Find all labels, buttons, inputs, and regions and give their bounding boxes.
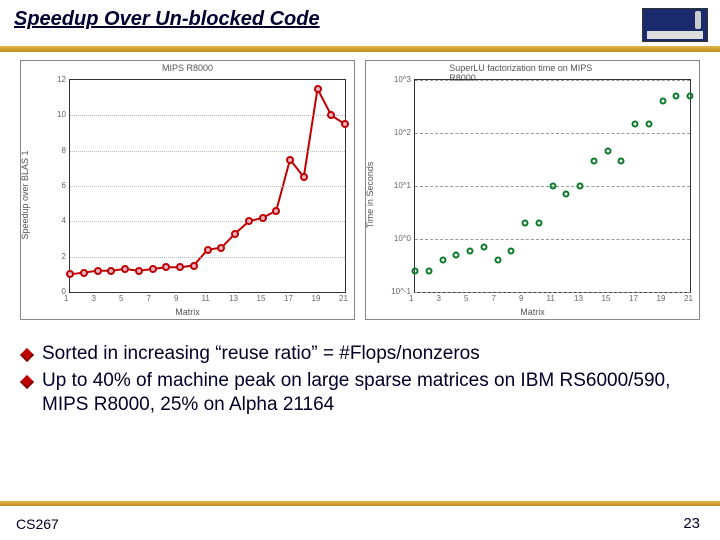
divider-top: [0, 46, 720, 52]
chart-right-xlabel: Matrix: [520, 307, 545, 317]
chart-left-ylabel: Speedup over BLAS 1: [20, 150, 30, 239]
chart-left-title: MIPS R8000: [162, 63, 213, 73]
divider-bottom: [0, 501, 720, 506]
footer-course: CS267: [16, 516, 59, 532]
chart-left-xlabel: Matrix: [175, 307, 200, 317]
logo: [642, 8, 708, 42]
chart-right-ylabel: Time in Seconds: [365, 162, 375, 229]
page-title: Speedup Over Un-blocked Code: [0, 0, 720, 35]
chart-left: MIPS R8000 Speedup over BLAS 1 Matrix 02…: [20, 60, 355, 320]
page-number: 23: [683, 515, 700, 532]
bullet-icon: [20, 375, 34, 389]
bullet-text: Sorted in increasing “reuse ratio” = #Fl…: [42, 342, 702, 367]
bullet-list: Sorted in increasing “reuse ratio” = #Fl…: [18, 340, 702, 420]
chart-right: SuperLU factorization time on MIPS R8000…: [365, 60, 700, 320]
bullet-text: Up to 40% of machine peak on large spars…: [42, 369, 702, 418]
bullet-icon: [20, 348, 34, 362]
